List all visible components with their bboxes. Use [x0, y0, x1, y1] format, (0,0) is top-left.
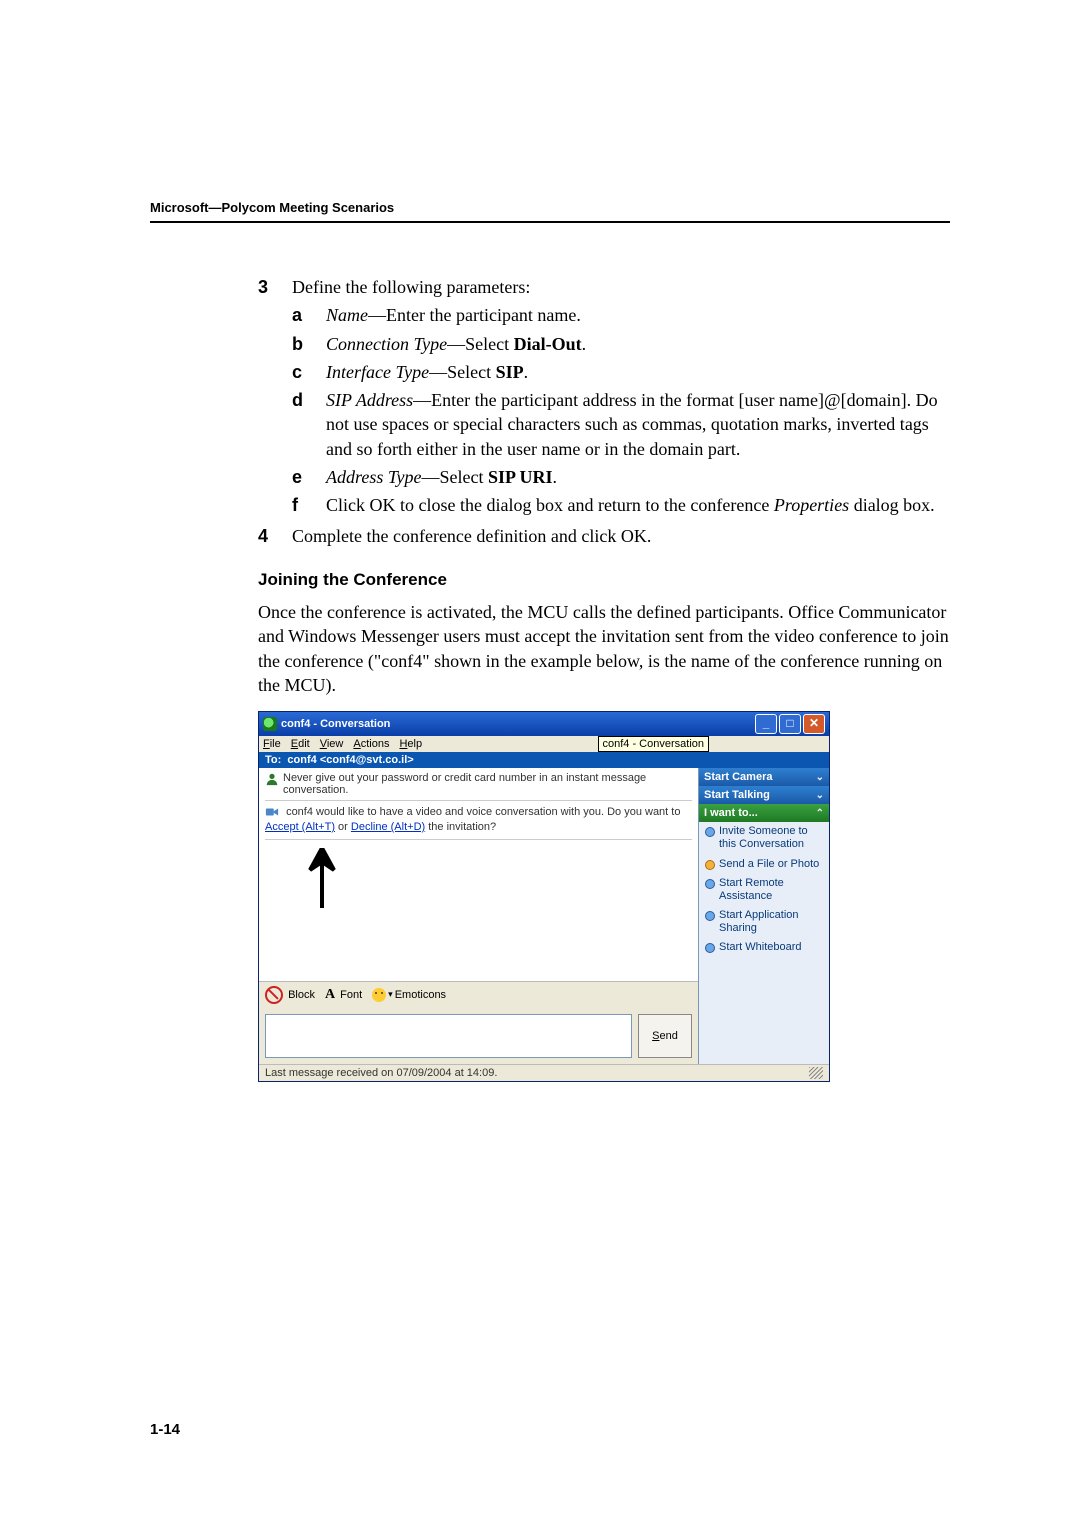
app-icon — [263, 717, 277, 731]
accept-link[interactable]: Accept (Alt+T) — [265, 821, 335, 833]
sub-d-text: SIP Address—Enter the participant addres… — [326, 388, 950, 461]
section-para: Once the conference is activated, the MC… — [258, 600, 950, 697]
font-button[interactable]: A Font — [325, 987, 362, 1003]
sub-e-marker: e — [292, 465, 326, 489]
sub-f-post: dialog box. — [849, 495, 935, 515]
sub-e-text: Address Type—Select SIP URI. — [326, 465, 950, 489]
sub-e-label: Address Type — [326, 467, 421, 487]
status-text: Last message received on 07/09/2004 at 1… — [265, 1067, 497, 1079]
camera-icon — [265, 805, 279, 819]
send-button[interactable]: Send — [638, 1014, 692, 1058]
sub-e-rest: —Select — [421, 467, 487, 487]
warning-text: Never give out your password or credit c… — [283, 772, 692, 796]
sub-a-rest: —Enter the participant name. — [368, 305, 581, 325]
step-3-marker: 3 — [258, 275, 292, 299]
side-item-sendfile[interactable]: Send a File or Photo — [699, 855, 829, 874]
status-bar: Last message received on 07/09/2004 at 1… — [259, 1064, 829, 1081]
chevron-down-icon: ⌄ — [816, 772, 824, 783]
sub-c-rest: —Select — [429, 362, 495, 382]
chevron-down-icon: ⌄ — [816, 790, 824, 801]
to-value: conf4 <conf4@svt.co.il> — [287, 754, 413, 766]
sub-f-pre: Click OK to close the dialog box and ret… — [326, 495, 774, 515]
decline-link[interactable]: Decline (Alt+D) — [351, 821, 425, 833]
menu-edit[interactable]: Edit — [291, 738, 310, 750]
sub-d-label: SIP Address — [326, 390, 413, 410]
sub-c-text: Interface Type—Select SIP. — [326, 360, 950, 384]
bullet-icon — [705, 879, 715, 889]
menu-help[interactable]: Help — [399, 738, 422, 750]
invite-pre: conf4 would like to have a video and voi… — [286, 806, 680, 818]
font-icon: A — [325, 987, 335, 1003]
start-camera-header[interactable]: Start Camera⌄ — [699, 768, 829, 786]
invite-post: the invitation? — [425, 821, 496, 833]
invite-or: or — [335, 821, 351, 833]
block-button[interactable]: Block — [265, 986, 315, 1004]
sub-b-label: Connection Type — [326, 334, 447, 354]
maximize-button[interactable]: □ — [779, 714, 801, 734]
warning-line: Never give out your password or credit c… — [259, 768, 698, 796]
sub-f-marker: f — [292, 493, 326, 517]
sub-b-tail: . — [582, 334, 587, 354]
step-3-text: Define the following parameters: — [292, 275, 950, 299]
minimize-button[interactable]: _ — [755, 714, 777, 734]
i-want-to-header[interactable]: I want to...⌃ — [699, 804, 829, 822]
message-input[interactable] — [265, 1014, 632, 1058]
page-number: 1-14 — [150, 1421, 180, 1438]
sub-c-tail: . — [524, 362, 529, 382]
compose-toolbar: Block A Font ▾Emoticons — [259, 981, 698, 1008]
to-bar: To: conf4 <conf4@svt.co.il> — [259, 752, 829, 768]
sub-c-marker: c — [292, 360, 326, 384]
menu-view[interactable]: View — [320, 738, 344, 750]
chevron-up-icon: ⌃ — [816, 808, 824, 819]
menubar: File Edit View Actions Help conf4 - Conv… — [259, 736, 829, 752]
section-title: Joining the Conference — [258, 570, 950, 590]
side-item-remote[interactable]: Start Remote Assistance — [699, 874, 829, 906]
sub-d-rest: —Enter the participant address in the fo… — [326, 390, 938, 459]
resize-grip-icon[interactable] — [809, 1067, 823, 1079]
titlebar[interactable]: conf4 - Conversation _ □ ✕ — [259, 712, 829, 736]
tooltip: conf4 - Conversation — [598, 736, 710, 752]
emoticons-button[interactable]: ▾Emoticons — [372, 988, 446, 1002]
sub-b-rest: —Select — [447, 334, 513, 354]
sub-e-tail: . — [553, 467, 558, 487]
bullet-icon — [705, 860, 715, 870]
menu-file[interactable]: File — [263, 738, 281, 750]
sub-f-text: Click OK to close the dialog box and ret… — [326, 493, 950, 517]
invite-line: conf4 would like to have a video and voi… — [259, 805, 698, 835]
sub-b-marker: b — [292, 332, 326, 356]
sub-f-ital: Properties — [774, 495, 849, 515]
sub-a-marker: a — [292, 303, 326, 327]
close-button[interactable]: ✕ — [803, 714, 825, 734]
sub-b-text: Connection Type—Select Dial-Out. — [326, 332, 950, 356]
side-item-appshare[interactable]: Start Application Sharing — [699, 906, 829, 938]
smile-icon — [372, 988, 386, 1002]
sub-c-bold: SIP — [496, 362, 524, 382]
step-4-text: Complete the conference definition and c… — [292, 524, 950, 548]
actions-sidebar: Start Camera⌄ Start Talking⌄ I want to..… — [699, 768, 829, 1064]
to-label: To: — [265, 754, 281, 766]
sub-a-text: Name—Enter the participant name. — [326, 303, 950, 327]
sub-a-label: Name — [326, 305, 368, 325]
sub-d-marker: d — [292, 388, 326, 461]
sub-c-label: Interface Type — [326, 362, 429, 382]
window-title: conf4 - Conversation — [281, 718, 390, 730]
bullet-icon — [705, 827, 715, 837]
chevron-down-icon: ▾ — [388, 989, 393, 1000]
menu-actions[interactable]: Actions — [353, 738, 389, 750]
start-talking-header[interactable]: Start Talking⌄ — [699, 786, 829, 804]
bullet-icon — [705, 911, 715, 921]
step-4-marker: 4 — [258, 524, 292, 548]
conversation-pane: Never give out your password or credit c… — [259, 768, 699, 1064]
annotation-arrow-icon — [307, 848, 698, 911]
block-icon — [265, 986, 283, 1004]
side-item-invite[interactable]: Invite Someone to this Conversation — [699, 822, 829, 854]
side-item-whiteboard[interactable]: Start Whiteboard — [699, 938, 829, 957]
person-icon — [265, 772, 279, 786]
sub-b-bold: Dial-Out — [514, 334, 582, 354]
messenger-window: conf4 - Conversation _ □ ✕ File Edit Vie… — [258, 711, 830, 1082]
sub-e-bold: SIP URI — [488, 467, 553, 487]
bullet-icon — [705, 943, 715, 953]
page-header: Microsoft—Polycom Meeting Scenarios — [150, 200, 950, 223]
